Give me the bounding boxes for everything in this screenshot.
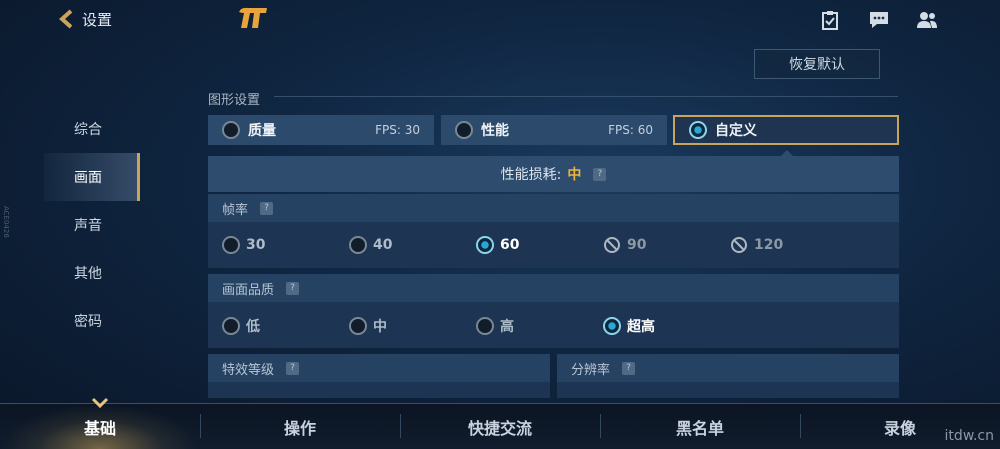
effects-options (208, 382, 550, 398)
top-bar: 设置 (0, 0, 1000, 40)
preset-fps: FPS: 30 (375, 123, 420, 137)
framerate-title: 帧率 (222, 202, 249, 218)
resolution-group: 分辨率 ? (557, 354, 899, 398)
bottom-tab-bar: 基础 操作 快捷交流 黑名单 录像 (0, 403, 1000, 449)
tab-quick-chat[interactable]: 快捷交流 (400, 404, 600, 449)
quality-option-ultra[interactable]: 超高 (603, 316, 655, 336)
help-icon[interactable]: ? (622, 361, 636, 375)
framerate-option-120[interactable]: 120 (730, 236, 783, 254)
section-title: 图形设置 (208, 93, 261, 108)
tab-controls[interactable]: 操作 (200, 404, 400, 449)
option-label: 30 (246, 237, 266, 253)
resolution-header: 分辨率 ? (557, 354, 899, 382)
radio-selected-icon (476, 236, 494, 254)
graphics-panel: 性能损耗: 中 ? 帧率 ? 30 40 60 90 120 画面品质 ? 低 … (208, 156, 899, 402)
sidebar-item-general[interactable]: 综合 (44, 105, 140, 153)
radio-selected-icon (689, 121, 707, 139)
cost-value: 中 (567, 167, 582, 183)
option-label: 中 (373, 319, 387, 335)
disabled-icon (604, 237, 620, 253)
sidebar: 综合 画面 声音 其他 密码 (44, 105, 140, 345)
quality-header: 画面品质 ? (208, 274, 899, 302)
option-label: 40 (373, 237, 393, 253)
help-icon[interactable]: ? (260, 201, 274, 215)
cost-label: 性能损耗: (500, 167, 562, 183)
preset-fps: FPS: 60 (608, 123, 653, 137)
disabled-icon (731, 237, 747, 253)
help-icon[interactable]: ? (286, 361, 300, 375)
preset-name: 质量 (248, 123, 276, 139)
framerate-option-40[interactable]: 40 (349, 236, 392, 254)
framerate-header: 帧率 ? (208, 194, 899, 222)
tab-blacklist[interactable]: 黑名单 (600, 404, 800, 449)
option-label: 90 (627, 237, 647, 253)
option-label: 60 (500, 237, 520, 253)
framerate-option-60[interactable]: 60 (476, 236, 519, 254)
performance-cost-row: 性能损耗: 中 ? (208, 156, 899, 192)
framerate-options: 30 40 60 90 120 (208, 222, 899, 268)
preset-performance[interactable]: 性能 FPS: 60 (441, 115, 667, 145)
radio-icon (222, 317, 240, 335)
back-button[interactable]: 设置 (56, 8, 112, 30)
quality-option-high[interactable]: 高 (476, 316, 514, 336)
chevron-left-icon (58, 9, 73, 29)
back-label: 设置 (82, 10, 113, 29)
sidebar-item-display[interactable]: 画面 (44, 153, 140, 201)
option-label: 高 (500, 319, 514, 335)
option-label: 120 (754, 237, 784, 253)
logo-icon (239, 7, 267, 28)
help-icon[interactable]: ? (286, 281, 300, 295)
quality-options: 低 中 高 超高 (208, 302, 899, 348)
quality-option-low[interactable]: 低 (222, 316, 260, 336)
resolution-options (557, 382, 899, 398)
framerate-option-90[interactable]: 90 (603, 236, 646, 254)
preset-name: 自定义 (715, 123, 757, 139)
radio-icon (222, 121, 240, 139)
chevron-down-icon (91, 397, 109, 409)
friends-icon[interactable] (916, 10, 938, 30)
radio-icon (476, 317, 494, 335)
radio-icon (349, 236, 367, 254)
preset-quality[interactable]: 质量 FPS: 30 (208, 115, 434, 145)
quality-option-medium[interactable]: 中 (349, 316, 387, 336)
option-label: 低 (246, 319, 260, 335)
chat-icon[interactable] (868, 10, 890, 30)
help-icon[interactable]: ? (593, 167, 607, 181)
resolution-title: 分辨率 (571, 362, 611, 378)
effects-header: 特效等级 ? (208, 354, 550, 382)
reset-default-button[interactable]: 恢复默认 (754, 49, 880, 79)
preset-custom[interactable]: 自定义 (673, 115, 899, 145)
radio-icon (455, 121, 473, 139)
tab-basic[interactable]: 基础 (0, 404, 200, 449)
sidebar-item-sound[interactable]: 声音 (44, 201, 140, 249)
option-label: 超高 (627, 319, 655, 335)
side-tag: ACE0426 (2, 206, 10, 238)
effects-group: 特效等级 ? (208, 354, 550, 398)
radio-icon (349, 317, 367, 335)
section-divider (274, 96, 898, 97)
radio-icon (222, 236, 240, 254)
framerate-option-30[interactable]: 30 (222, 236, 265, 254)
task-clipboard-icon[interactable] (820, 10, 842, 30)
watermark: itdw.cn (944, 428, 994, 444)
sidebar-item-password[interactable]: 密码 (44, 297, 140, 345)
sidebar-item-other[interactable]: 其他 (44, 249, 140, 297)
radio-selected-icon (603, 317, 621, 335)
quality-title: 画面品质 (222, 282, 275, 298)
preset-name: 性能 (481, 123, 509, 139)
effects-title: 特效等级 (222, 362, 275, 378)
